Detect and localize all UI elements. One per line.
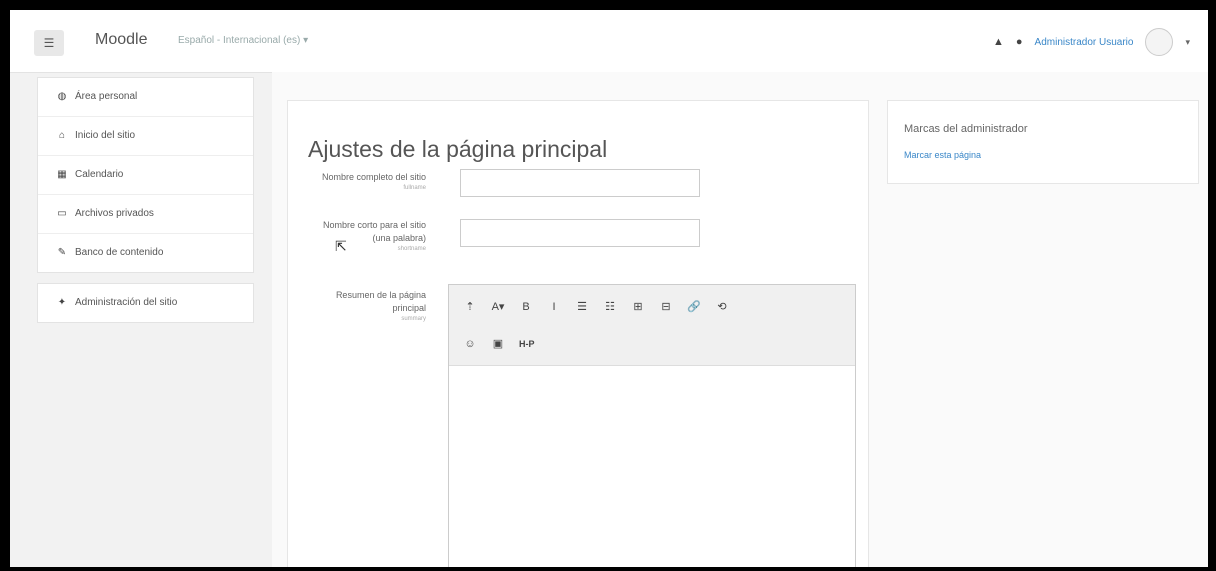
- mouse-cursor-icon: ⇱: [335, 238, 347, 254]
- sidebar-item-label: Calendario: [75, 169, 124, 180]
- ordered-list-button[interactable]: ☷: [603, 300, 617, 313]
- fullname-input[interactable]: [460, 169, 700, 197]
- h5p-button[interactable]: H-P: [519, 339, 535, 349]
- toolbar-row-2: ☺ ▣ H-P: [463, 337, 535, 351]
- bold-button[interactable]: B: [519, 301, 533, 313]
- shortname-label: Nombre corto para el sitio (una palabra)…: [322, 220, 426, 252]
- navbar: ☰ Moodle Español - Internacional (es) ▾ …: [10, 10, 1208, 73]
- settings-form: Ajustes de la página principal Nombre co…: [287, 100, 869, 567]
- user-name-link[interactable]: Administrador Usuario: [1035, 37, 1134, 48]
- toolbar-row-1: ⇡ A▾ B I ☰ ☷ ⊞ ⊟ 🔗 ⟲: [463, 300, 729, 314]
- expand-toolbar-button[interactable]: ⇡: [463, 300, 477, 313]
- menu-toggle-button[interactable]: ☰: [34, 30, 64, 56]
- sidebar-item-calendario[interactable]: ▦ Calendario: [38, 156, 253, 195]
- shortname-input[interactable]: [460, 219, 700, 247]
- sidebar-item-banco[interactable]: ✎ Banco de contenido: [38, 234, 253, 272]
- brand-logo[interactable]: Moodle: [95, 31, 147, 49]
- italic-button[interactable]: I: [547, 301, 561, 313]
- sidebar-item-archivos[interactable]: ▭ Archivos privados: [38, 195, 253, 234]
- sidebar-item-area-personal[interactable]: ◍ Área personal: [38, 78, 253, 117]
- summary-label: Resumen de la página principal summary: [335, 290, 426, 322]
- sidebar-item-label: Banco de contenido: [75, 247, 164, 258]
- admin-bookmarks-block: Marcas del administrador Marcar esta pág…: [887, 100, 1199, 184]
- page-title: Ajustes de la página principal: [308, 136, 608, 162]
- editor-toolbar: ⇡ A▾ B I ☰ ☷ ⊞ ⊟ 🔗 ⟲ ☺ ▣ H-P: [449, 285, 855, 366]
- wrench-icon: ✦: [57, 297, 67, 308]
- sidebar-item-label: Archivos privados: [75, 208, 154, 219]
- calendar-icon: ▦: [57, 169, 67, 180]
- image-button[interactable]: ▣: [491, 337, 505, 350]
- app-window: ☰ Moodle Español - Internacional (es) ▾ …: [10, 10, 1208, 567]
- user-menu: ▲ ● Administrador Usuario ▾: [993, 28, 1190, 56]
- dashboard-icon: ◍: [57, 91, 67, 102]
- sidebar-group-admin: ✦ Administración del sitio: [37, 283, 254, 323]
- avatar[interactable]: [1145, 28, 1174, 56]
- indent-button[interactable]: ⊞: [631, 300, 645, 313]
- pencil-icon: ✎: [57, 247, 67, 258]
- file-icon: ▭: [57, 208, 67, 219]
- sidebar: ◍ Área personal ⌂ Inicio del sitio ▦ Cal…: [37, 77, 254, 333]
- emoticon-button[interactable]: ☺: [463, 338, 477, 350]
- menu-icon: ☰: [43, 36, 55, 50]
- font-style-button[interactable]: A▾: [491, 300, 505, 313]
- bookmark-page-link[interactable]: Marcar esta página: [904, 150, 981, 160]
- home-icon: ⌂: [58, 130, 66, 141]
- summary-editor[interactable]: ⇡ A▾ B I ☰ ☷ ⊞ ⊟ 🔗 ⟲ ☺ ▣ H-P: [448, 284, 856, 567]
- unordered-list-button[interactable]: ☰: [575, 300, 589, 313]
- unlink-button[interactable]: ⟲: [715, 300, 729, 313]
- fullname-label: Nombre completo del sitio fullname: [321, 172, 426, 191]
- sidebar-item-label: Administración del sitio: [75, 297, 178, 308]
- chat-icon[interactable]: ●: [1016, 36, 1023, 48]
- link-button[interactable]: 🔗: [687, 300, 701, 313]
- sidebar-item-inicio[interactable]: ⌂ Inicio del sitio: [38, 117, 253, 156]
- outdent-button[interactable]: ⊟: [659, 300, 673, 313]
- sidebar-item-label: Área personal: [75, 91, 138, 102]
- language-selector[interactable]: Español - Internacional (es) ▾: [178, 35, 308, 46]
- bell-icon[interactable]: ▲: [993, 36, 1004, 48]
- sidebar-group-main: ◍ Área personal ⌂ Inicio del sitio ▦ Cal…: [37, 77, 254, 273]
- sidebar-item-administracion[interactable]: ✦ Administración del sitio: [38, 284, 253, 322]
- sidebar-item-label: Inicio del sitio: [75, 130, 136, 141]
- caret-icon[interactable]: ▾: [1185, 37, 1190, 48]
- block-title: Marcas del administrador: [904, 123, 1028, 135]
